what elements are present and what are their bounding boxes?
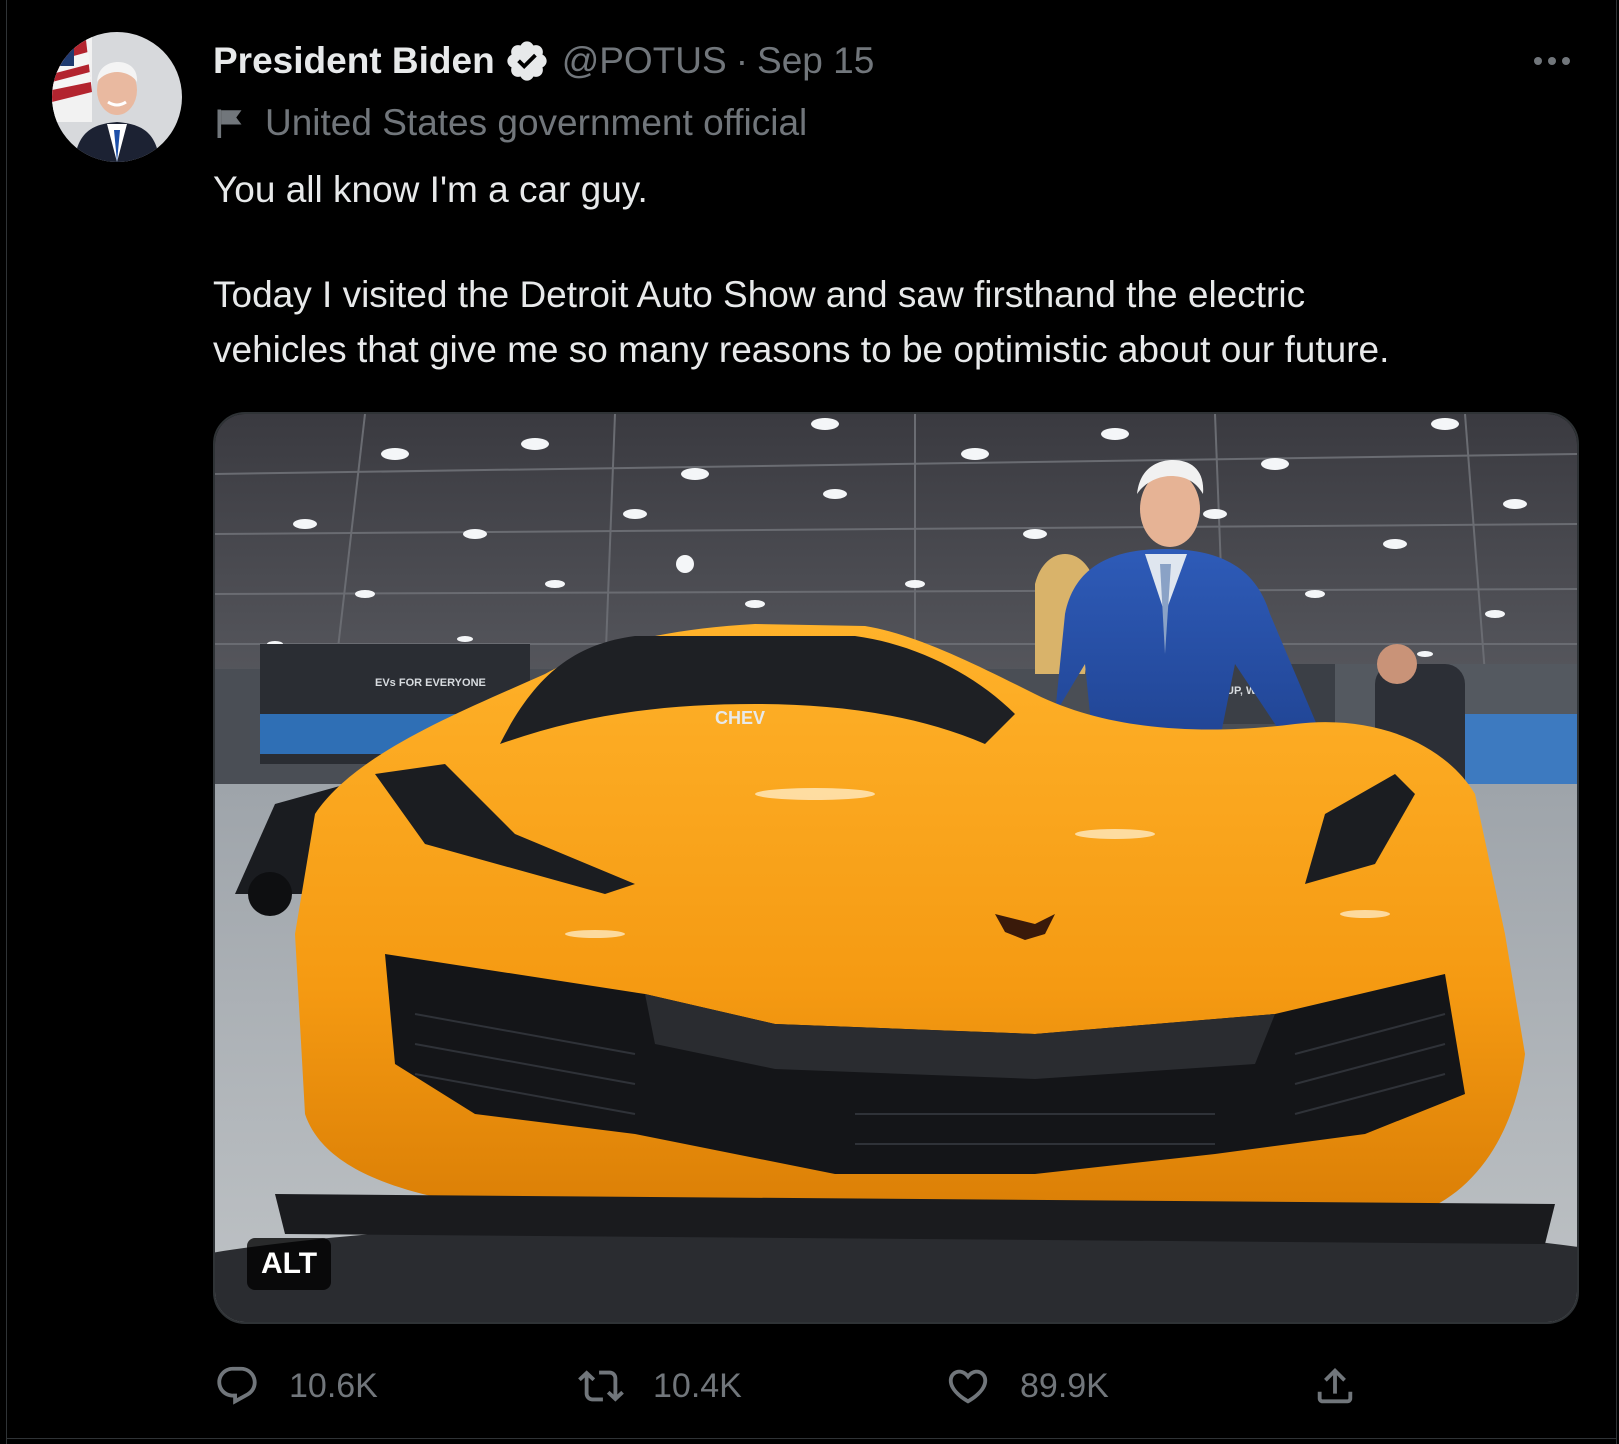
retweet-count: 10.4K xyxy=(653,1366,742,1405)
share-button[interactable] xyxy=(1312,1358,1358,1414)
booth-sign: EVs FOR EVERYONE xyxy=(375,677,486,689)
tweet-header: President Biden @POTUS · Sep 15 xyxy=(213,36,874,86)
retweet-icon xyxy=(578,1370,624,1402)
handle[interactable]: @POTUS xyxy=(562,40,727,82)
divider xyxy=(6,1438,1617,1439)
reply-icon xyxy=(217,1366,257,1405)
flag-icon xyxy=(217,109,242,138)
alt-text-button[interactable]: ALT xyxy=(247,1238,331,1290)
tweet-text: You all know I'm a car guy. Today I visi… xyxy=(213,162,1593,377)
reply-count: 10.6K xyxy=(289,1366,378,1405)
heart-icon xyxy=(948,1369,988,1404)
tweet-text-line: Today I visited the Detroit Auto Show an… xyxy=(213,274,1306,315)
like-count: 89.9K xyxy=(1020,1366,1109,1405)
account-label-text: United States government official xyxy=(265,102,808,143)
more-icon xyxy=(1534,57,1570,65)
separator: · xyxy=(735,40,749,81)
share-icon xyxy=(1317,1367,1353,1404)
avatar[interactable] xyxy=(52,32,182,162)
photo-image: EVs FOR EVERYONE N UP, WORLD CHEV xyxy=(215,414,1577,1322)
car-badge: CHEV xyxy=(715,708,765,728)
more-options-button[interactable] xyxy=(1528,44,1576,78)
display-name[interactable]: President Biden xyxy=(213,40,495,82)
like-button[interactable]: 89.9K xyxy=(945,1358,1109,1414)
tweet-date[interactable]: Sep 15 xyxy=(757,40,874,82)
tweet-text-line: vehicles that give me so many reasons to… xyxy=(213,329,1390,370)
tweet-photo[interactable]: EVs FOR EVERYONE N UP, WORLD CHEV ALT xyxy=(213,412,1579,1324)
account-label[interactable]: United States government official xyxy=(213,100,807,146)
retweet-button[interactable]: 10.4K xyxy=(578,1358,742,1414)
avatar-photo-icon xyxy=(52,32,182,162)
tweet-text-line: You all know I'm a car guy. xyxy=(213,169,648,210)
reply-button[interactable]: 10.6K xyxy=(214,1358,378,1414)
verified-badge-icon xyxy=(507,41,547,81)
